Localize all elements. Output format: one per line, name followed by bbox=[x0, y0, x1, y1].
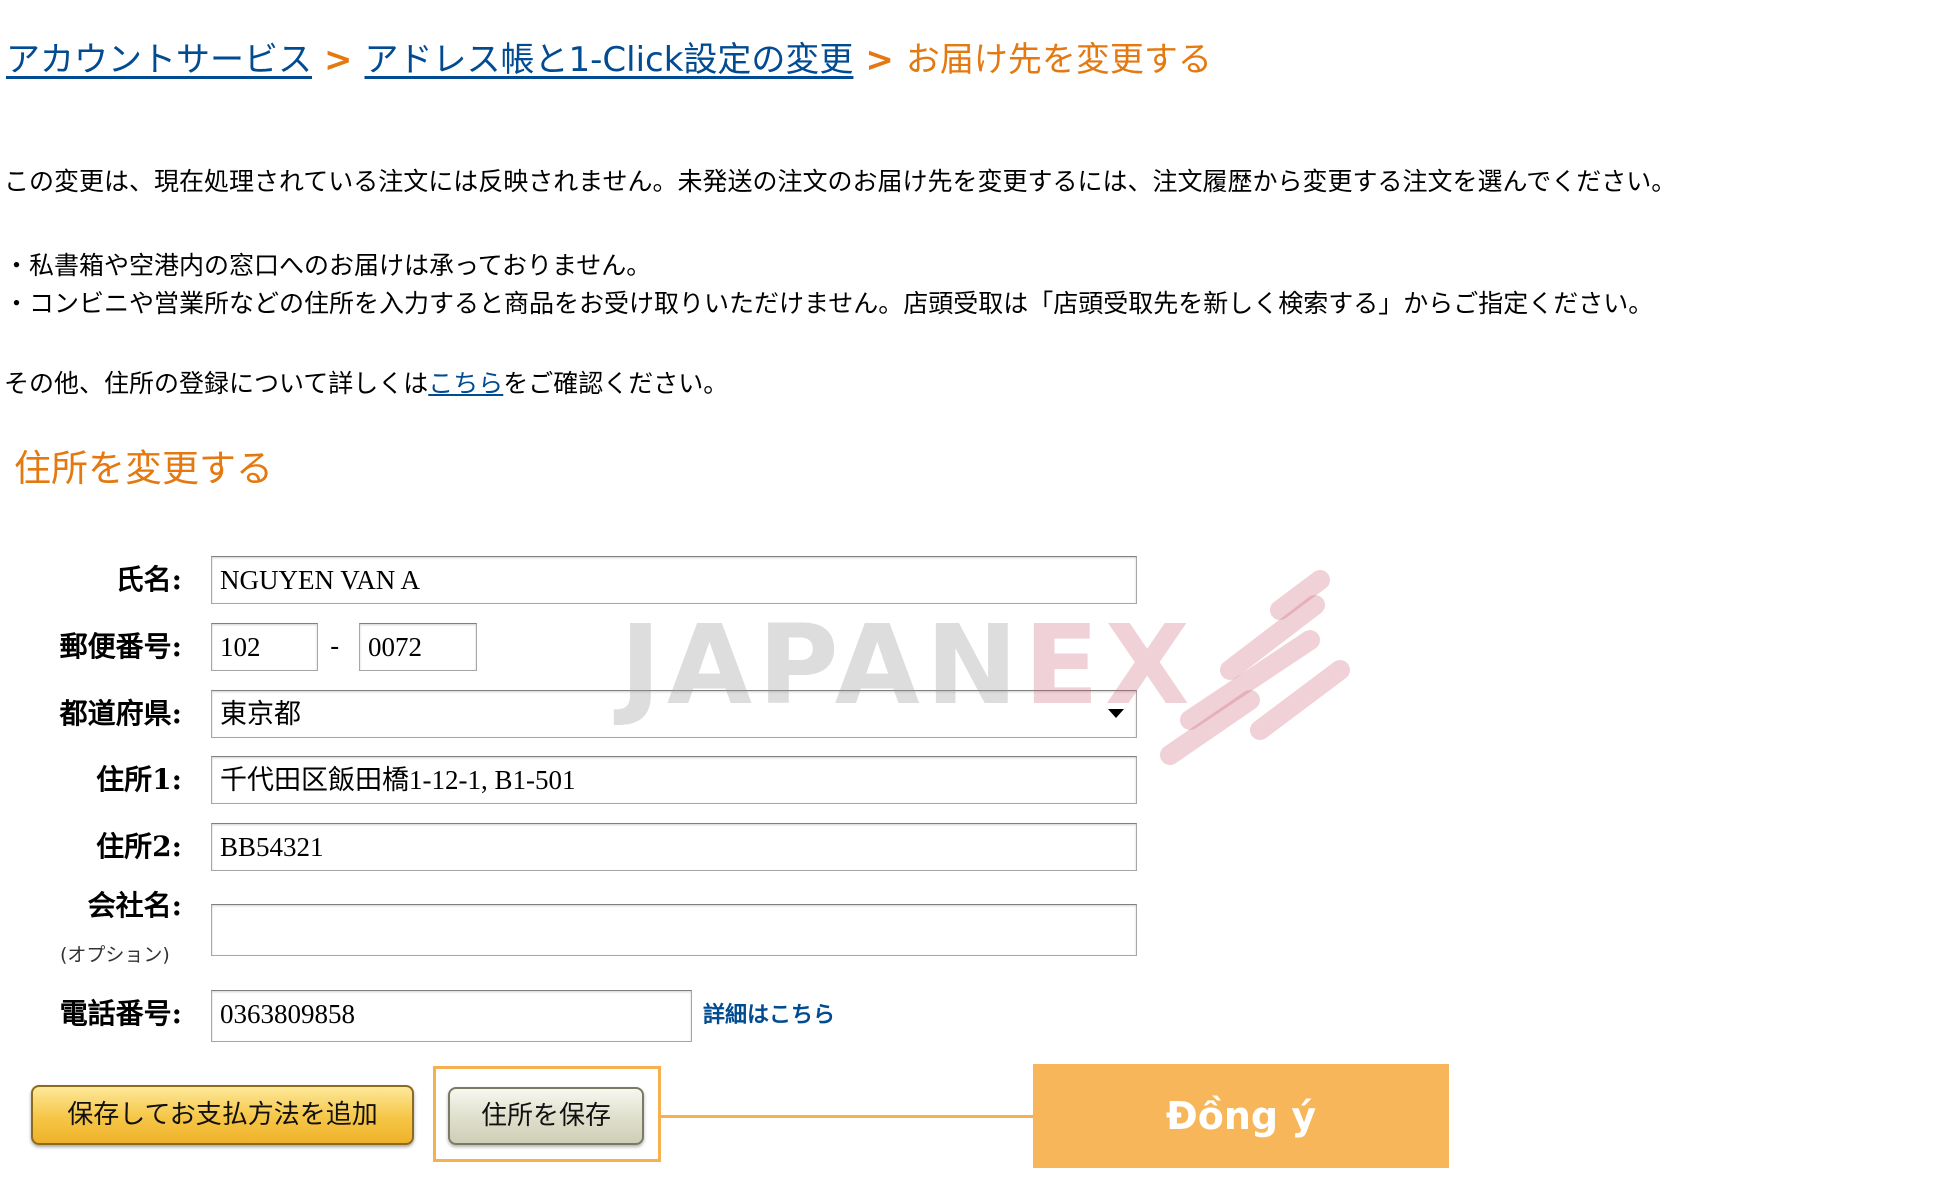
company-label: 会社名: bbox=[87, 889, 182, 922]
save-address-button[interactable]: 住所を保存 bbox=[448, 1087, 644, 1145]
company-field[interactable] bbox=[211, 904, 1137, 956]
breadcrumb-separator: > bbox=[865, 40, 894, 80]
company-optional-note: (オプション) bbox=[60, 944, 170, 966]
breadcrumb-link-address-book[interactable]: アドレス帳と1-Click設定の変更 bbox=[365, 40, 854, 80]
name-field[interactable]: NGUYEN VAN A bbox=[211, 556, 1137, 604]
chevron-down-icon bbox=[1108, 709, 1124, 718]
breadcrumb-separator: > bbox=[324, 40, 353, 80]
address2-field[interactable]: BB54321 bbox=[211, 823, 1137, 871]
prefecture-label: 都道府県: bbox=[59, 697, 182, 730]
notice-more-info: その他、住所の登録について詳しくはこちらをご確認ください。 bbox=[4, 366, 728, 402]
phone-field[interactable]: 0363809858 bbox=[211, 990, 692, 1042]
notice-more-info-prefix: その他、住所の登録について詳しくは bbox=[4, 369, 429, 398]
phone-label: 電話番号: bbox=[59, 997, 182, 1030]
address1-label: 住所1: bbox=[96, 763, 182, 796]
section-title: 住所を変更する bbox=[14, 447, 273, 490]
postal-separator: - bbox=[330, 632, 340, 662]
watermark-logo-icon bbox=[1160, 570, 1350, 765]
notice-processing-orders: この変更は、現在処理されている注文には反映されません。未発送の注文のお届け先を変… bbox=[4, 167, 1677, 196]
annotation-connector bbox=[661, 1115, 1033, 1118]
breadcrumb-current: お届け先を変更する bbox=[905, 40, 1212, 80]
notice-more-info-suffix: をご確認ください。 bbox=[503, 369, 729, 398]
name-label: 氏名: bbox=[115, 563, 182, 596]
more-info-link[interactable]: こちら bbox=[428, 369, 503, 398]
notice-po-box: ・私書箱や空港内の窓口へのお届けは承っておりません。 bbox=[4, 251, 652, 280]
prefecture-select[interactable]: 東京都 bbox=[211, 690, 1137, 738]
notice-convenience-store: ・コンビニや営業所などの住所を入力すると商品をお受け取りいただけません。店頭受取… bbox=[4, 289, 1654, 318]
postal-code-field-2[interactable]: 0072 bbox=[359, 623, 477, 671]
postal-label: 郵便番号: bbox=[59, 630, 182, 663]
address2-label: 住所2: bbox=[96, 830, 182, 863]
prefecture-selected-value: 東京都 bbox=[220, 699, 301, 729]
phone-details-link[interactable]: 詳細はこちら bbox=[703, 1002, 835, 1030]
postal-code-field-1[interactable]: 102 bbox=[211, 623, 318, 671]
breadcrumb-link-account-service[interactable]: アカウントサービス bbox=[6, 40, 312, 80]
save-and-add-payment-button[interactable]: 保存してお支払方法を追加 bbox=[31, 1085, 414, 1145]
annotation-agree-label: Đồng ý bbox=[1033, 1064, 1449, 1168]
breadcrumb: アカウントサービス > アドレス帳と1-Click設定の変更 > お届け先を変更する bbox=[6, 36, 1906, 84]
address1-field[interactable]: 千代田区飯田橋1-12-1, B1-501 bbox=[211, 756, 1137, 804]
